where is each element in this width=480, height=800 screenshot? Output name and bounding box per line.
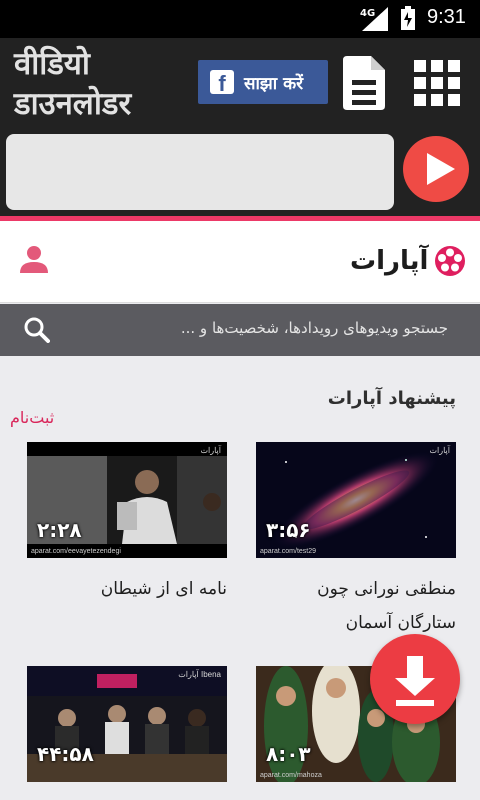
video-card[interactable]: آپارات ۲:۲۸ aparat.com/eevayetezendegi ن… bbox=[27, 442, 227, 642]
video-card[interactable]: آپارات ۳:۵۶ aparat.com/test29 منطقی نورا… bbox=[256, 442, 456, 642]
video-duration: ۲:۲۸ bbox=[37, 518, 82, 542]
video-title[interactable]: نامه ای از شیطان bbox=[27, 572, 227, 606]
film-reel-icon bbox=[435, 246, 466, 276]
video-thumbnail[interactable]: آپارات ۳:۵۶ aparat.com/test29 bbox=[256, 442, 456, 558]
site-header: آپارات bbox=[0, 221, 480, 303]
url-bar bbox=[0, 128, 480, 216]
app-header: वीडियो डाउनलोडर f साझा करें bbox=[0, 38, 480, 128]
video-thumbnail[interactable]: آپارات Ibena ۴۴:۵۸ bbox=[27, 666, 227, 782]
video-source: aparat.com/test29 bbox=[260, 548, 317, 555]
video-source: aparat.com/mahoza bbox=[260, 772, 322, 779]
search-bar[interactable]: جستجو ویدیوهای رویدادها، شخصیت‌ها و ... bbox=[0, 304, 480, 356]
screen: 4G 9:31 वीडियो डाउनलोडर f साझा करें آپار… bbox=[0, 0, 480, 800]
video-duration: ۳:۵۶ bbox=[266, 518, 311, 542]
url-input[interactable] bbox=[6, 134, 394, 210]
share-label: साझा करें bbox=[244, 73, 304, 94]
network-type: 4G bbox=[360, 8, 376, 19]
search-placeholder: جستجو ویدیوهای رویدادها، شخصیت‌ها و ... bbox=[180, 319, 448, 337]
facebook-share-button[interactable]: f साझा करें bbox=[198, 60, 328, 104]
play-icon bbox=[427, 153, 455, 185]
video-card[interactable]: آپارات Ibena ۴۴:۵۸ bbox=[27, 666, 227, 800]
download-icon bbox=[395, 656, 435, 706]
site-logo[interactable]: آپارات bbox=[350, 241, 466, 281]
search-icon[interactable] bbox=[24, 317, 50, 343]
status-bar: 4G 9:31 bbox=[0, 0, 480, 38]
download-button[interactable] bbox=[370, 634, 460, 724]
app-title: वीडियो डाउनलोडर bbox=[14, 46, 132, 122]
facebook-icon: f bbox=[210, 70, 234, 96]
signup-link[interactable]: ثبت‌نام bbox=[10, 408, 54, 427]
video-watermark: آپارات Ibena bbox=[178, 670, 221, 679]
video-source: aparat.com/eevayetezendegi bbox=[31, 548, 121, 555]
battery-icon bbox=[401, 6, 415, 30]
video-title[interactable]: منطقی نورانی چون ستارگان آسمان bbox=[256, 572, 456, 640]
video-duration: ۸:۰۳ bbox=[266, 742, 311, 766]
section-title: پیشنهاد آپارات bbox=[327, 388, 456, 409]
video-thumbnail[interactable]: آپارات ۲:۲۸ aparat.com/eevayetezendegi bbox=[27, 442, 227, 558]
video-watermark: آپارات bbox=[200, 446, 221, 455]
video-watermark: آپارات bbox=[429, 446, 450, 455]
play-button[interactable] bbox=[403, 136, 469, 202]
clock: 9:31 bbox=[427, 6, 466, 28]
site-logo-text: آپارات bbox=[350, 246, 429, 276]
user-icon[interactable] bbox=[20, 245, 48, 273]
grid-menu-icon[interactable] bbox=[414, 60, 460, 106]
video-duration: ۴۴:۵۸ bbox=[37, 742, 94, 766]
document-icon[interactable] bbox=[343, 56, 385, 110]
